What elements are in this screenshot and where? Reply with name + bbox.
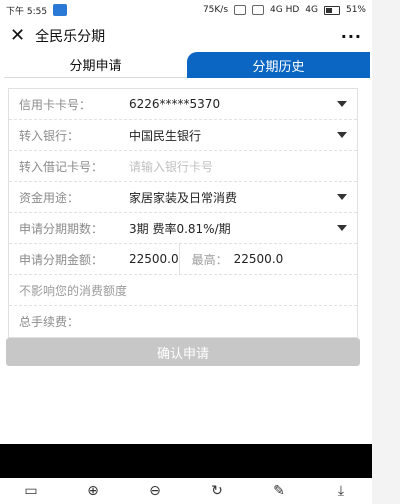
purpose-label: 资金用途：	[19, 190, 80, 205]
bank-row[interactable]: 转入银行： 中国民生银行	[9, 120, 357, 151]
nav-bar: ✕ 全民乐分期 ···	[0, 20, 372, 52]
save-icon[interactable]: ▭	[19, 479, 43, 503]
credit-card-label: 信用卡卡号：	[19, 97, 92, 112]
zoom-out-icon[interactable]: ⊖	[143, 479, 167, 503]
credit-card-select[interactable]: 6226*****5370	[129, 97, 329, 111]
total-fee-label: 总手续费：	[19, 315, 80, 329]
amount-left: 申请分期金额： 22500.0	[19, 251, 179, 268]
max-label: 最高：	[191, 252, 228, 267]
right-gutter	[372, 0, 400, 504]
status-right: 75K/s 4G HD 4G 51%	[203, 5, 366, 15]
amount-split: 申请分期金额： 22500.0 最高： 22500.0	[19, 243, 347, 275]
more-icon[interactable]: ···	[341, 27, 362, 46]
bank-label: 转入银行：	[19, 128, 80, 143]
max-value: 22500.0	[233, 252, 284, 266]
credit-card-row[interactable]: 信用卡卡号： 6226*****5370	[9, 89, 357, 120]
credit-limit-note: 不影响您的消费额度	[19, 283, 128, 298]
notification-icon	[53, 4, 68, 16]
status-left: 下午 5:55	[6, 4, 68, 17]
installments-row[interactable]: 申请分期期数： 3期 费率0.81%/期	[9, 213, 357, 244]
close-icon[interactable]: ✕	[10, 27, 25, 45]
bank-select[interactable]: 中国民生银行	[129, 127, 329, 144]
battery-icon	[323, 5, 340, 15]
tab-installment-history[interactable]: 分期历史	[187, 52, 370, 78]
chevron-down-icon[interactable]	[337, 101, 347, 107]
debit-card-input[interactable]: 请输入银行卡号	[129, 158, 347, 175]
rotate-icon[interactable]: ↻	[205, 479, 229, 503]
total-fee-row: 总手续费：	[9, 306, 357, 337]
black-band	[0, 444, 372, 478]
nav-left: ✕ 全民乐分期	[10, 26, 105, 46]
amount-label: 申请分期金额：	[19, 252, 104, 267]
network2-label: 4G	[305, 5, 318, 15]
purpose-row[interactable]: 资金用途： 家居家装及日常消费	[9, 182, 357, 213]
debit-card-row[interactable]: 转入借记卡号： 请输入银行卡号	[9, 151, 357, 182]
network-label: 4G HD	[270, 5, 300, 15]
chevron-down-icon[interactable]	[337, 194, 347, 200]
debit-card-label: 转入借记卡号：	[19, 159, 104, 174]
status-bar: 下午 5:55 75K/s 4G HD 4G 51%	[0, 0, 372, 20]
confirm-apply-button[interactable]: 确认申请	[6, 338, 360, 366]
alarm-icon	[234, 5, 247, 15]
download-icon[interactable]: ⤓	[329, 479, 353, 503]
chevron-down-icon[interactable]	[337, 132, 347, 138]
bottom-toolbar: ▭ ⊕ ⊖ ↻ ✎ ⤓	[0, 478, 372, 504]
phone-screen: 下午 5:55 75K/s 4G HD 4G 51% ✕ 全民乐分期 ··· 分…	[0, 0, 372, 504]
note-row: 不影响您的消费额度	[9, 275, 357, 306]
tab-installment-apply[interactable]: 分期申请	[4, 52, 187, 78]
installments-select[interactable]: 3期 费率0.81%/期	[129, 220, 329, 237]
amount-row: 申请分期金额： 22500.0 最高： 22500.0	[9, 243, 357, 275]
edit-icon[interactable]: ✎	[267, 479, 291, 503]
status-time: 下午 5:55	[6, 6, 48, 17]
page-title: 全民乐分期	[35, 29, 106, 45]
installment-form: 信用卡卡号： 6226*****5370 转入银行： 中国民生银行 转入借记卡号…	[8, 88, 358, 338]
amount-right: 最高： 22500.0	[180, 251, 347, 268]
wifi-icon	[252, 5, 265, 15]
amount-input[interactable]: 22500.0	[129, 252, 179, 266]
zoom-in-icon[interactable]: ⊕	[81, 479, 105, 503]
chevron-down-icon[interactable]	[337, 225, 347, 231]
purpose-select[interactable]: 家居家装及日常消费	[129, 189, 329, 206]
tabs: 分期申请 分期历史	[4, 52, 370, 78]
installments-label: 申请分期期数：	[19, 221, 104, 236]
network-speed: 75K/s	[202, 5, 229, 15]
battery-percent: 51%	[345, 5, 366, 15]
